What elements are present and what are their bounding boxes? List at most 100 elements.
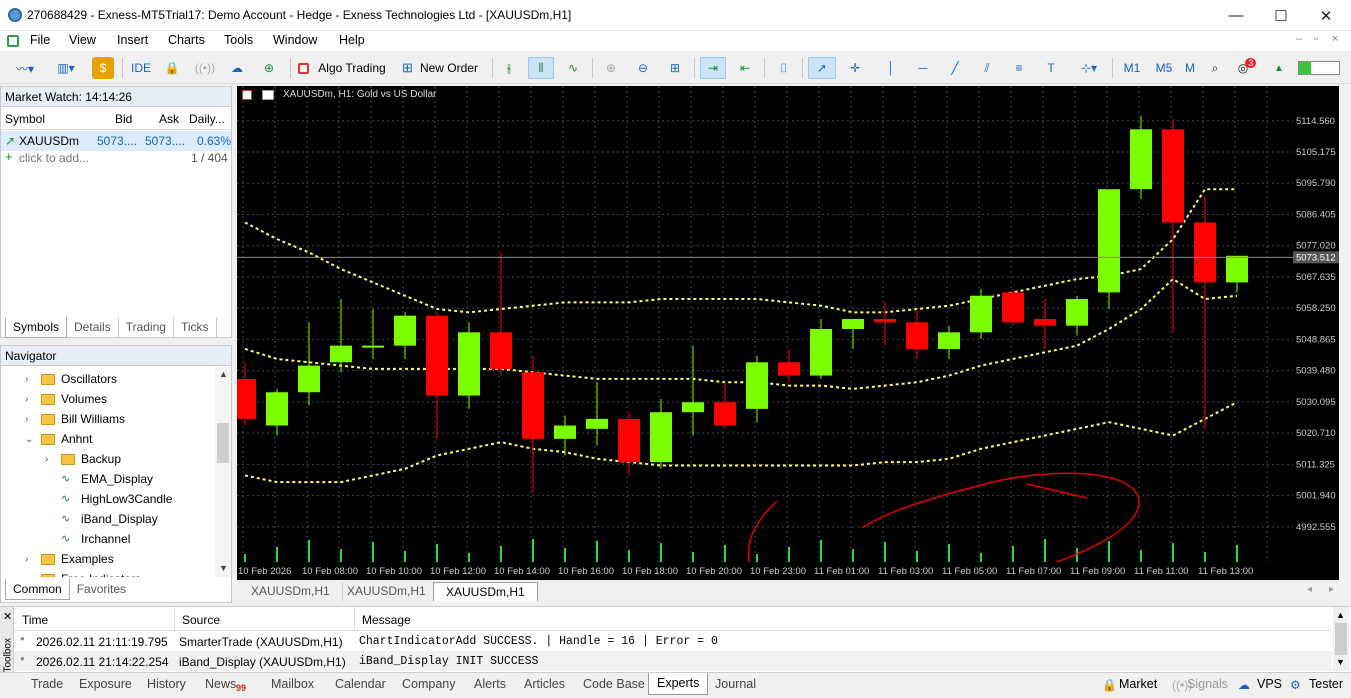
tab-details[interactable]: Details bbox=[67, 317, 119, 337]
navigator-item[interactable]: ∿ EMA_Display bbox=[45, 469, 153, 489]
menu-file[interactable]: File bbox=[30, 33, 50, 47]
navigator-item[interactable]: › Free Indicators bbox=[25, 569, 141, 577]
globe-plus-icon[interactable]: ⊕ bbox=[258, 57, 280, 79]
menu-view[interactable]: View bbox=[69, 33, 96, 47]
tab-journal[interactable]: Journal bbox=[715, 677, 756, 691]
status-tester[interactable]: Tester bbox=[1309, 677, 1343, 691]
navigator-item[interactable]: ⌄ Anhnt bbox=[25, 429, 92, 449]
new-chart-icon[interactable]: ▥▾ bbox=[48, 57, 84, 79]
navigator-item[interactable]: › Backup bbox=[45, 449, 121, 469]
expand-chevron-icon[interactable]: › bbox=[25, 394, 37, 405]
menu-window[interactable]: Window bbox=[273, 33, 317, 47]
expand-chevron-icon[interactable]: › bbox=[25, 414, 37, 425]
horizontal-line-icon[interactable]: ─ bbox=[912, 57, 934, 79]
market-watch-row[interactable]: ↗ XAUUSDm 5073.... 5073.... 0.63% bbox=[1, 131, 231, 151]
price-chart[interactable] bbox=[237, 86, 1293, 562]
ide-button[interactable]: IDE bbox=[128, 57, 154, 79]
tab-company[interactable]: Company bbox=[402, 677, 456, 691]
tab-favorites[interactable]: Favorites bbox=[70, 579, 133, 599]
status-signals[interactable]: Signals bbox=[1187, 677, 1228, 691]
bar-chart-icon[interactable]: ⫳ bbox=[498, 57, 520, 79]
tab-articles[interactable]: Articles bbox=[524, 677, 565, 691]
candlestick-icon[interactable]: ⫴ bbox=[528, 57, 554, 79]
status-market[interactable]: Market bbox=[1119, 677, 1157, 691]
expand-chevron-icon[interactable]: › bbox=[25, 554, 37, 565]
shapes-icon[interactable]: ⊹▾ bbox=[1072, 57, 1106, 79]
expand-chevron-icon[interactable]: › bbox=[45, 454, 57, 465]
log-row[interactable]: ● 2026.02.11 21:14:22.254 iBand_Display … bbox=[14, 651, 1332, 671]
scroll-down-icon[interactable]: ▼ bbox=[219, 563, 228, 573]
navigator-item[interactable]: › Volumes bbox=[25, 389, 107, 409]
tf-m5-button[interactable]: M5 bbox=[1152, 57, 1176, 79]
maximize-button[interactable]: ☐ bbox=[1258, 0, 1304, 31]
col-time[interactable]: Time bbox=[22, 613, 48, 627]
add-symbol-icon[interactable]: + bbox=[5, 149, 13, 164]
tab-trading[interactable]: Trading bbox=[119, 317, 174, 337]
vertical-line-icon[interactable]: │ bbox=[880, 57, 902, 79]
tab-code-base[interactable]: Code Base bbox=[583, 677, 645, 691]
col-symbol[interactable]: Symbol bbox=[5, 112, 45, 126]
menu-insert[interactable]: Insert bbox=[117, 33, 148, 47]
tab-scroll-left-icon[interactable]: ◂ bbox=[1307, 584, 1312, 595]
tab-symbols[interactable]: Symbols bbox=[5, 317, 68, 338]
navigator-item[interactable]: ∿ HighLow3Candle bbox=[45, 489, 172, 509]
level-icon[interactable]: ▲ bbox=[1268, 57, 1290, 79]
menu-charts[interactable]: Charts bbox=[168, 33, 205, 47]
click-to-add[interactable]: click to add... bbox=[19, 151, 89, 165]
navigator-item[interactable]: ∿ iBand_Display bbox=[45, 509, 158, 529]
navigator-item[interactable]: ∿ Irchannel bbox=[45, 529, 130, 549]
grid-icon[interactable]: ⊞ bbox=[664, 57, 686, 79]
channel-icon[interactable]: ⫽ bbox=[976, 57, 998, 79]
chart-shift-icon[interactable]: ⇤ bbox=[734, 57, 756, 79]
navigator-item[interactable]: › Examples bbox=[25, 549, 114, 569]
col-daily[interactable]: Daily... bbox=[189, 112, 225, 126]
new-order-button[interactable]: ⊞ New Order bbox=[398, 57, 482, 79]
zoom-in-icon[interactable]: ⊕ bbox=[600, 57, 622, 79]
col-bid[interactable]: Bid bbox=[115, 112, 132, 126]
expand-chevron-icon[interactable]: › bbox=[25, 574, 37, 578]
tab-calendar[interactable]: Calendar bbox=[335, 677, 386, 691]
tab-exposure[interactable]: Exposure bbox=[79, 677, 132, 691]
line-chart-icon[interactable]: ∿ bbox=[562, 57, 584, 79]
chart-tab-3[interactable]: XAUUSDm,H1 bbox=[433, 582, 538, 601]
menu-help[interactable]: Help bbox=[339, 33, 365, 47]
tab-experts[interactable]: Experts bbox=[648, 673, 709, 695]
navigator-scrollbar[interactable]: ▲ ▼ bbox=[215, 367, 231, 577]
tf-m1-button[interactable]: M1 bbox=[1120, 57, 1144, 79]
text-icon[interactable]: T bbox=[1040, 57, 1062, 79]
chart-tab-2[interactable]: XAUUSDm,H1 bbox=[335, 582, 439, 601]
mdi-minimize-icon[interactable]: – bbox=[1296, 33, 1302, 45]
col-ask[interactable]: Ask bbox=[159, 112, 179, 126]
search-icon[interactable]: ⌕ bbox=[1204, 57, 1226, 79]
tf-menu-button[interactable]: M bbox=[1180, 57, 1200, 79]
col-message[interactable]: Message bbox=[362, 613, 411, 627]
screenshot-icon[interactable]: ⌷ bbox=[772, 57, 796, 79]
navigator-item[interactable]: › Oscillators bbox=[25, 369, 117, 389]
app-menu-icon[interactable] bbox=[7, 35, 19, 47]
cloud-icon[interactable]: ☁ bbox=[226, 57, 248, 79]
scroll-up-icon[interactable]: ▲ bbox=[219, 369, 228, 379]
chart-tab-1[interactable]: XAUUSDm,H1 bbox=[239, 582, 343, 601]
autoscroll-icon[interactable]: ⇥ bbox=[700, 57, 726, 79]
col-source[interactable]: Source bbox=[182, 613, 220, 627]
notifications-icon[interactable]: ◎ 3 bbox=[1234, 57, 1260, 79]
fibonacci-icon[interactable]: ≡ bbox=[1008, 57, 1030, 79]
toolbox-scrollbar[interactable]: ▲ ▼ bbox=[1333, 607, 1349, 671]
tab-ticks[interactable]: Ticks bbox=[174, 317, 217, 337]
navigator-item[interactable]: › Bill Williams bbox=[25, 409, 125, 429]
scroll-up-icon[interactable]: ▲ bbox=[1336, 610, 1345, 620]
tab-news[interactable]: News bbox=[205, 677, 236, 691]
mdi-close-icon[interactable]: × bbox=[1332, 33, 1338, 45]
algo-trading-button[interactable]: Algo Trading bbox=[296, 57, 388, 79]
tab-scroll-right-icon[interactable]: ▸ bbox=[1329, 584, 1334, 595]
chart-type-icon[interactable]: 〰▾ bbox=[8, 57, 42, 79]
signal-icon[interactable]: ((•)) bbox=[194, 57, 216, 79]
menu-tools[interactable]: Tools bbox=[224, 33, 253, 47]
mdi-restore-icon[interactable]: ▫ bbox=[1314, 33, 1318, 45]
tab-mailbox[interactable]: Mailbox bbox=[271, 677, 314, 691]
scroll-thumb[interactable] bbox=[1335, 623, 1347, 655]
close-button[interactable]: ✕ bbox=[1303, 0, 1349, 31]
trendline-icon[interactable]: ╱ bbox=[944, 57, 966, 79]
status-vps[interactable]: VPS bbox=[1257, 677, 1282, 691]
lock-icon[interactable]: 🔒 bbox=[162, 57, 182, 79]
